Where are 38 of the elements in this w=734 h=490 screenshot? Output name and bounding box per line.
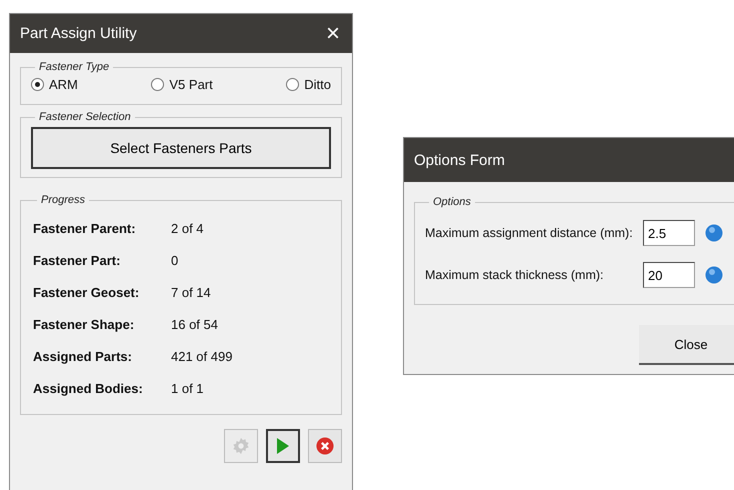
radio-label: ARM (49, 77, 78, 92)
radio-label: Ditto (304, 77, 331, 92)
field-label: Maximum assignment distance (mm): (425, 226, 633, 240)
progress-label: Fastener Geoset: (33, 284, 140, 300)
run-button[interactable] (266, 429, 300, 463)
help-icon[interactable] (705, 224, 723, 242)
radio-option[interactable]: Ditto (286, 77, 331, 92)
group-legend: Progress (37, 194, 90, 206)
group-legend: Options (429, 196, 475, 208)
play-icon (277, 438, 289, 454)
radio-option[interactable]: ARM (31, 77, 78, 92)
radio-option[interactable]: V5 Part (151, 77, 213, 92)
cancel-icon (316, 437, 334, 455)
select-button[interactable]: Select Fasteners Parts (31, 127, 331, 169)
progress-label: Fastener Parent: (33, 220, 137, 236)
progress-label: Fastener Shape: (33, 316, 136, 332)
progress-label: Fastener Part: (33, 252, 122, 268)
gear-icon (232, 437, 250, 455)
help-icon[interactable] (705, 266, 723, 284)
window-title: Part Assign Utility (20, 25, 137, 42)
progress-label: Assigned Bodies: (33, 380, 144, 396)
window-title: Options Form (414, 152, 505, 168)
progress-label: Assigned Parts: (33, 348, 133, 364)
progress-value: 2 of 4 (171, 220, 204, 236)
close-button[interactable]: Close (639, 325, 734, 365)
progress-value: 0 (171, 252, 178, 268)
field-label: Maximum stack thickness (mm): (425, 268, 604, 282)
cancel-button[interactable] (308, 429, 342, 463)
progress-value: 7 of 14 (171, 284, 211, 300)
close-button[interactable]: × (314, 22, 352, 46)
progress-value: 421 of 499 (171, 348, 232, 364)
radio-label: V5 Part (169, 77, 213, 92)
group-legend: Fastener Type (35, 61, 114, 73)
progress-value: 1 of 1 (171, 380, 204, 396)
input-field[interactable]: 2.5 (643, 220, 695, 246)
progress-value: 16 of 54 (171, 316, 218, 332)
input-field[interactable]: 20 (643, 262, 695, 288)
group-legend: Fastener Selection (35, 111, 135, 123)
